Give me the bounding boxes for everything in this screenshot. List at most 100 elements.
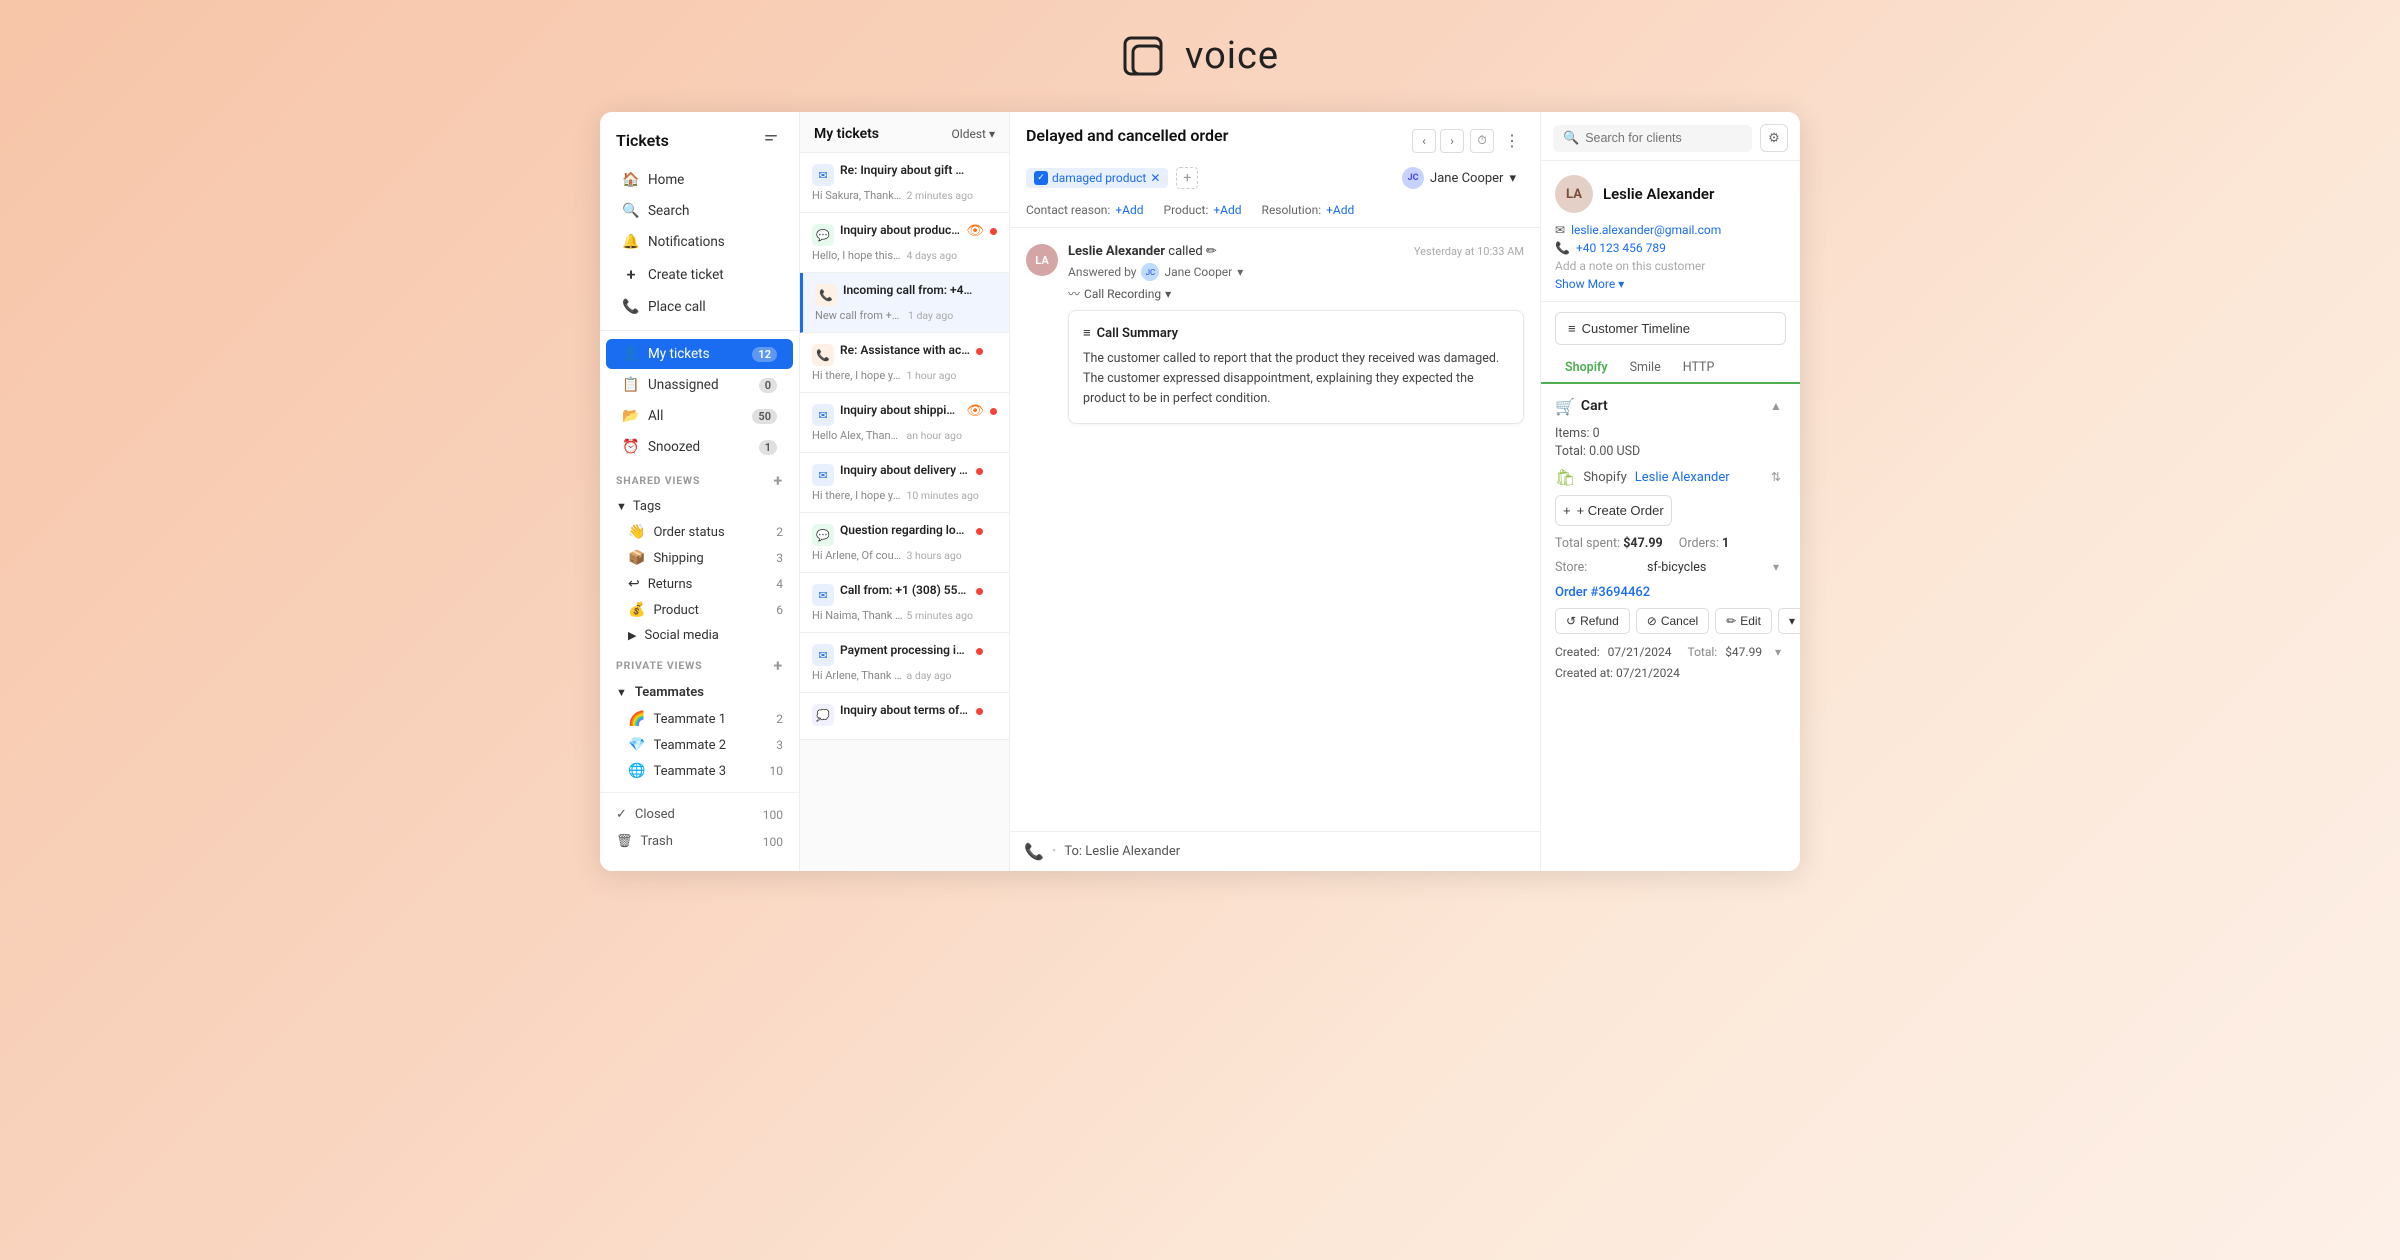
add-product-btn[interactable]: +Add [1213,203,1241,217]
tags-chevron-icon: ▼ [616,500,627,513]
ticket-item-10[interactable]: 💭 Inquiry about terms of ser... [800,693,1009,740]
whatsapp-channel-icon-7: 💬 [812,524,834,546]
teammate-1[interactable]: 🌈 Teammate 1 2 [600,706,799,732]
nav-item-search[interactable]: 🔍 Search [606,196,793,226]
cancel-label: Cancel [1661,614,1698,628]
phone-icon: 📞 [1555,241,1570,255]
ticket-preview-7: Hi Arlene, Of course, I'... [812,549,903,562]
sidebar-toggle-icon[interactable] [759,128,783,152]
store-expand-btn[interactable]: ▾ [1766,557,1786,577]
call-recording-btn[interactable]: 〰 Call Recording ▾ [1068,285,1524,302]
tag-order-status[interactable]: 👋 Order status 2 [600,519,799,545]
order-expand-btn[interactable]: ▾ [1770,642,1786,662]
email-channel-icon-5: ✉ [812,404,834,426]
trash-icon: 🗑 [616,834,633,849]
show-more-chevron-icon: ▾ [1618,277,1624,291]
remove-tag-btn[interactable]: ✕ [1150,171,1160,185]
show-more-btn[interactable]: Show More ▾ [1555,277,1786,291]
teammate3-count: 10 [770,764,784,778]
cart-collapse-btn[interactable]: ▲ [1766,396,1786,416]
customer-timeline-label: Customer Timeline [1582,321,1690,336]
ticket-item-3[interactable]: 📞 Incoming call from: +40 123 4... New c… [800,273,1009,333]
tag-label-order-status: Order status [653,525,724,540]
refund-label: Refund [1580,614,1619,628]
cancel-btn[interactable]: ⊘ Cancel [1636,608,1709,634]
orders-count: Orders: 1 [1679,536,1729,551]
customer-email-link[interactable]: leslie.alexander@gmail.com [1571,223,1721,237]
more-order-icon: ▾ [1789,614,1795,628]
nav-item-closed[interactable]: ✓ Closed 100 [600,801,799,828]
total-spent-label: Total spent: $47.99 [1555,536,1663,551]
more-options-btn[interactable]: ⋮ [1500,129,1524,153]
ticket-item-1[interactable]: ✉ Re: Inquiry about gift wrap... Hi Saku… [800,153,1009,213]
nav-item-snoozed[interactable]: ⏰ Snoozed 1 [606,432,793,462]
caller-name: Leslie Alexander [1068,244,1165,259]
nav-item-notifications[interactable]: 🔔 Notifications [606,227,793,257]
prev-ticket-btn[interactable]: ‹ [1412,129,1436,153]
tag-returns[interactable]: ↩ Returns 4 [600,571,799,597]
next-ticket-btn[interactable]: › [1440,129,1464,153]
social-media-item[interactable]: ▶ Social media [600,623,799,648]
nav-item-create-ticket[interactable]: + Create ticket [606,258,793,291]
add-shared-view-btn[interactable]: + [773,471,783,490]
cart-title: 🛒 Cart [1555,397,1608,416]
ticket-item-9[interactable]: ✉ Payment processing inquiry Hi Arlene, … [800,633,1009,693]
search-icon: 🔍 [622,203,640,219]
ticket-item-6[interactable]: ✉ Inquiry about delivery delay Hi there,… [800,453,1009,513]
create-order-btn[interactable]: + + Create Order [1555,495,1672,526]
unread-dot-6 [976,468,983,475]
add-private-view-btn[interactable]: + [773,656,783,675]
add-resolution-btn[interactable]: +Add [1326,203,1354,217]
customer-timeline-btn[interactable]: ≡ Customer Timeline [1555,312,1786,345]
right-panel: 🔍 ⚙ LA Leslie Alexander ✉ leslie.alexand… [1540,112,1800,871]
customer-note[interactable]: Add a note on this customer [1555,259,1786,273]
tag-shipping[interactable]: 📦 Shipping 3 [600,545,799,571]
add-tag-btn[interactable]: + [1176,167,1198,189]
nav-item-home[interactable]: 🏠 Home [606,165,793,195]
sort-button[interactable]: Oldest ▾ [952,127,995,141]
right-panel-search: 🔍 ⚙ [1541,112,1800,161]
client-search-input[interactable] [1585,131,1742,145]
more-order-btn[interactable]: ▾ [1778,608,1800,634]
teammate-2[interactable]: 💎 Teammate 2 3 [600,732,799,758]
main-container: Tickets 🏠 Home 🔍 Search 🔔 Notifications … [600,112,1800,871]
app-logo-icon [1121,30,1173,82]
nav-item-place-call[interactable]: 📞 Place call [606,292,793,322]
chat-channel-icon-10: 💭 [812,704,834,726]
social-media-label: Social media [644,628,718,643]
tags-header[interactable]: ▼ Tags [600,494,799,519]
shopify-customer-expand-btn[interactable]: ⇅ [1766,467,1786,487]
tab-shopify[interactable]: Shopify [1555,353,1618,384]
ticket-item-8[interactable]: ✉ Call from: +1 (308) 555-0... Hi Naima,… [800,573,1009,633]
refund-btn[interactable]: ↺ Refund [1555,608,1630,634]
timer-btn[interactable]: ⏱ [1470,129,1494,153]
shopify-customer-link[interactable]: Leslie Alexander [1635,470,1730,485]
tag-product[interactable]: 💰 Product 6 [600,597,799,623]
settings-btn[interactable]: ⚙ [1760,124,1788,152]
tab-http[interactable]: HTTP [1673,353,1725,384]
teammate-3[interactable]: 🌐 Teammate 3 10 [600,758,799,784]
ticket-item-7[interactable]: 💬 Question regarding loyalty... Hi Arlen… [800,513,1009,573]
teammates-header[interactable]: ▼ Teammates [600,679,799,706]
nav-item-trash[interactable]: 🗑 Trash 100 [600,828,799,855]
cart-icon: 🛒 [1555,397,1575,416]
ticket-time-5: an hour ago [907,429,998,442]
ticket-item-4[interactable]: 📞 Re: Assistance with accou... Hi there,… [800,333,1009,393]
customer-header: LA Leslie Alexander [1555,175,1786,213]
email-channel-icon-6: ✉ [812,464,834,486]
add-contact-reason-btn[interactable]: +Add [1115,203,1143,217]
nav-item-all[interactable]: 📂 All 50 [606,401,793,431]
ticket-item-2[interactable]: 💬 Inquiry about product com... 👁 Hello, … [800,213,1009,273]
teammate3-icon: 🌐 [628,763,645,779]
order-link[interactable]: Order #3694462 [1555,585,1786,600]
nav-label-snoozed: Snoozed [648,439,700,455]
nav-item-unassigned[interactable]: 📋 Unassigned 0 [606,370,793,400]
tab-smile[interactable]: Smile [1620,353,1671,384]
shopify-section: 🛒 Cart ▲ Items: 0 Total: 0.00 USD 🛍 Shop… [1541,384,1800,696]
assignee-selector[interactable]: JC Jane Cooper ▾ [1394,163,1524,193]
teammates-chevron-icon: ▼ [616,686,627,699]
nav-item-my-tickets[interactable]: 👤 My tickets 12 [606,339,793,369]
tag-label-shipping: Shipping [653,551,703,566]
ticket-item-5[interactable]: ✉ Inquiry about shipping poli... 👁 Hello… [800,393,1009,453]
edit-btn[interactable]: ✏ Edit [1715,608,1772,634]
